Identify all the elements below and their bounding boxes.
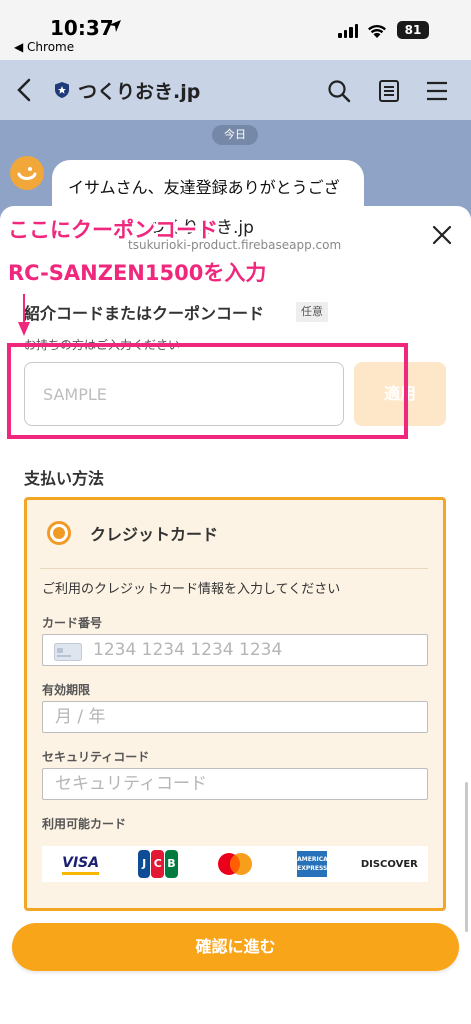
menu-icon[interactable] (426, 81, 448, 101)
confirm-button[interactable]: 確認に進む (12, 923, 459, 971)
visa-logo-text: VISA (62, 854, 100, 875)
battery-indicator: 81 (397, 21, 429, 39)
card-number-label: カード番号 (42, 616, 103, 630)
scrollbar[interactable] (465, 782, 468, 932)
avatar-face-icon (17, 167, 37, 180)
close-icon[interactable] (431, 224, 453, 246)
mastercard-logo-icon (211, 851, 259, 877)
credit-card-radio[interactable] (47, 521, 71, 545)
available-cards-label: 利用可能カード (42, 817, 127, 831)
expiry-label: 有効期限 (42, 683, 91, 697)
payment-method-title: 支払い方法 (24, 469, 105, 488)
jcb-logo: JCB (134, 850, 182, 878)
chat-title: つくりおき.jp (78, 81, 201, 103)
visa-logo: VISA (57, 851, 105, 877)
date-separator: 今日 (212, 125, 258, 145)
credit-card-icon (54, 643, 82, 661)
cvc-input[interactable] (42, 768, 428, 800)
cvc-label: セキュリティコード (42, 750, 150, 764)
avatar[interactable] (10, 156, 44, 190)
location-arrow-icon (109, 20, 121, 32)
credit-card-help-text: ご利用のクレジットカード情報を入力してください (42, 582, 341, 597)
card-number-input[interactable] (42, 634, 428, 666)
card-brand-logos: VISA JCB AMERICAN EXPRESS DISCOVER (42, 846, 428, 882)
optional-badge: 任意 (296, 302, 328, 322)
search-icon[interactable] (327, 79, 351, 103)
annotation-highlight-box (7, 343, 408, 439)
status-time: 10:37 (50, 16, 114, 40)
divider (40, 568, 428, 569)
coupon-label: 紹介コードまたはクーポンコード (24, 304, 265, 323)
discover-logo-text: DISCOVER (360, 858, 418, 870)
line-header: つくりおき.jp (0, 60, 471, 120)
annotation-line-2: RC-SANZEN1500を入力 (8, 261, 267, 285)
amex-logo: AMERICAN EXPRESS (288, 851, 336, 877)
home-indicator-area (0, 1000, 471, 1024)
status-bar: 10:37 ◀ Chrome 81 (0, 0, 471, 60)
back-arrow-icon[interactable] (14, 77, 36, 103)
annotation-line-1: ここにクーポンコード (8, 218, 218, 242)
back-to-chrome[interactable]: ◀ Chrome (14, 40, 74, 54)
signal-icon (338, 22, 358, 38)
annotation-arrow-icon (18, 294, 30, 336)
discover-logo: DISCOVER (361, 851, 418, 877)
shield-icon (55, 82, 69, 98)
credit-card-label[interactable]: クレジットカード (90, 521, 218, 545)
notes-icon[interactable] (378, 79, 400, 103)
wifi-icon (368, 24, 386, 38)
expiry-input[interactable] (42, 701, 428, 733)
